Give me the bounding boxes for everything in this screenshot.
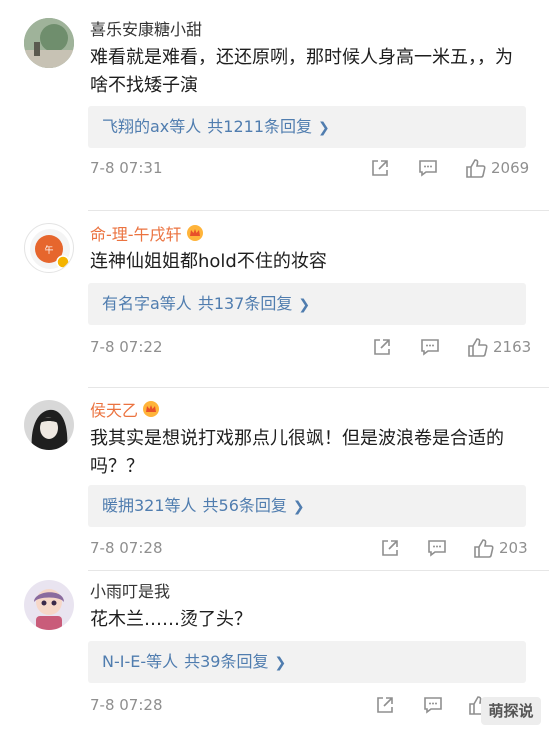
comment-text: 花木兰……烫了头？: [90, 609, 252, 630]
share-button[interactable]: [380, 537, 400, 559]
reply-users: 飞翔的ax等人: [102, 117, 202, 136]
comment-icon: [419, 160, 437, 177]
comment-text: 连神仙姐姐都hold不住的妆容: [90, 251, 327, 272]
avatar-image: [24, 18, 74, 68]
divider: [88, 210, 549, 211]
share-icon: [377, 697, 393, 713]
avatar-image: [24, 580, 74, 630]
username[interactable]: 侯天乙: [90, 400, 160, 421]
comment-button[interactable]: [420, 336, 440, 358]
chevron-right-icon: ❯: [318, 120, 330, 136]
comment-text: 我其实是想说打戏那点儿很飒！但是波浪卷是合适的吗？？: [90, 428, 504, 477]
reply-users: N-I-E-等人: [102, 652, 179, 671]
comment-button[interactable]: [418, 157, 438, 179]
comment-text: 难看就是难看，还还原咧，那时候人身高一米五，，为啥不找矮子演: [90, 47, 513, 96]
reply-summary[interactable]: 飞翔的ax等人 共1211条回复 ❯: [88, 106, 526, 148]
thumbs-up-icon: [474, 539, 494, 558]
comment-meta: 7-8 07:28 203: [90, 537, 530, 559]
reply-summary[interactable]: 暖拥321等人 共56条回复 ❯: [88, 485, 526, 527]
username-text: 命-理-午戌轩: [90, 225, 182, 244]
username[interactable]: 命-理-午戌轩: [90, 224, 204, 245]
comment-meta: 7-8 07:28: [90, 694, 530, 716]
like-button[interactable]: 203: [473, 537, 528, 559]
share-icon: [374, 339, 390, 355]
username[interactable]: 小雨叮是我: [90, 582, 170, 602]
divider: [88, 570, 549, 571]
comment-time: 7-8 07:28: [90, 539, 163, 557]
comment-icon: [428, 540, 446, 557]
vip-crown-icon: [143, 401, 160, 417]
share-button[interactable]: [372, 336, 392, 358]
share-button[interactable]: [375, 694, 395, 716]
like-button[interactable]: 2069: [465, 157, 529, 179]
like-button[interactable]: 2163: [467, 336, 531, 358]
reply-summary[interactable]: N-I-E-等人 共39条回复 ❯: [88, 641, 526, 683]
like-count: 203: [499, 539, 528, 557]
chevron-right-icon: ❯: [274, 655, 287, 671]
chevron-right-icon: ❯: [292, 499, 305, 515]
username[interactable]: 喜乐安康糖小甜: [90, 20, 202, 40]
comment-button[interactable]: [423, 694, 443, 716]
avatar[interactable]: [24, 400, 74, 450]
reply-count: 共39条回复: [184, 652, 269, 671]
comment-time: 7-8 07:22: [90, 338, 163, 356]
comment-time: 7-8 07:31: [90, 159, 163, 177]
reply-summary[interactable]: 有名字a等人 共137条回复 ❯: [88, 283, 526, 325]
comment-meta: 7-8 07:22 2163: [90, 336, 531, 358]
thumbs-up-icon: [468, 338, 488, 357]
comment-icon: [424, 697, 442, 714]
avatar[interactable]: [24, 18, 74, 68]
share-icon: [372, 160, 388, 176]
comment-time: 7-8 07:28: [90, 696, 163, 714]
share-button[interactable]: [370, 157, 390, 179]
divider: [88, 387, 549, 388]
reply-users: 暖拥321等人: [102, 496, 197, 515]
avatar[interactable]: 午: [24, 223, 74, 273]
chevron-right-icon: ❯: [298, 297, 311, 313]
username-text: 侯天乙: [90, 401, 139, 420]
vip-crown-icon: [186, 225, 203, 241]
svg-text:午: 午: [44, 244, 53, 256]
comment-meta: 7-8 07:31 2069: [90, 157, 530, 179]
comment-button[interactable]: [427, 537, 447, 559]
reply-count: 共1211条回复: [207, 117, 313, 136]
avatar[interactable]: [24, 580, 74, 630]
like-count: 2163: [493, 338, 532, 356]
reply-count: 共56条回复: [202, 496, 287, 515]
comment-icon: [421, 339, 439, 356]
share-icon: [382, 540, 398, 556]
reply-count: 共137条回复: [197, 294, 293, 313]
like-count: 2069: [491, 159, 530, 177]
watermark: 萌探说: [481, 697, 541, 725]
thumbs-up-icon: [466, 159, 486, 178]
avatar-image: [24, 400, 74, 450]
avatar-image: 午: [30, 229, 70, 269]
reply-users: 有名字a等人: [102, 294, 192, 313]
